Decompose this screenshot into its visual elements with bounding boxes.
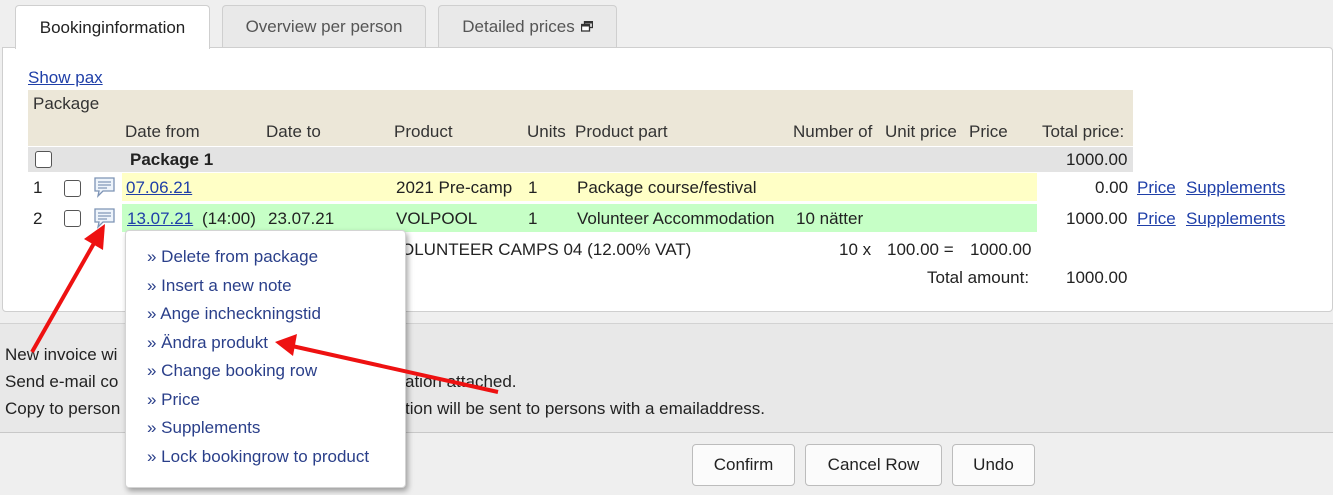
col-date-from: Date from — [125, 122, 200, 141]
option-send-email-rest: ation attached. — [405, 372, 517, 391]
option-send-email: Send e-mail co — [5, 372, 119, 391]
row-time: (14:00) — [202, 209, 256, 228]
col-product-part: Product part — [575, 122, 668, 141]
tab-label: Overview per person — [245, 17, 403, 36]
row-total: 1000.00 — [1066, 209, 1128, 228]
menu-change-booking-row[interactable]: » Change booking row — [147, 361, 317, 381]
row-context-menu: » Delete from package » Insert a new not… — [125, 230, 406, 488]
col-product: Product — [394, 122, 453, 141]
external-window-icon — [580, 20, 593, 32]
total-amount-label: Total amount: — [927, 268, 1030, 287]
col-unit-price: Unit price — [885, 122, 957, 141]
col-date-to: Date to — [266, 122, 321, 141]
col-price: Price — [969, 122, 1008, 141]
row-date-to: 23.07.21 — [268, 209, 335, 228]
detail-line-unit: 100.00 = — [887, 240, 954, 259]
row-units: 1 — [528, 178, 538, 197]
note-menu-icon[interactable] — [93, 176, 117, 198]
tab-detailed-prices[interactable]: Detailed prices — [438, 5, 617, 48]
package-total: 1000.00 — [1066, 150, 1128, 169]
col-units: Units — [527, 122, 566, 141]
row-price-link[interactable]: Price — [1137, 209, 1176, 229]
package-header-band — [28, 90, 1133, 118]
row-product-part: Package course/festival — [577, 178, 757, 197]
option-new-invoice: New invoice wi — [5, 345, 118, 364]
detail-line-qty: 10 x — [839, 240, 872, 259]
show-pax-link[interactable]: Show pax — [28, 68, 103, 88]
package-name: Package 1 — [130, 150, 214, 169]
row-supplements-link[interactable]: Supplements — [1186, 209, 1285, 229]
menu-insert-new-note[interactable]: » Insert a new note — [147, 276, 292, 296]
row-date-from-link[interactable]: 13.07.21 — [127, 209, 193, 229]
tab-bookinginformation[interactable]: Bookinginformation — [15, 5, 210, 49]
option-copy-to-person: Copy to person — [5, 399, 121, 418]
col-number-of: Number of — [793, 122, 873, 141]
tab-label: Bookinginformation — [39, 17, 186, 37]
row-product: VOLPOOL — [396, 209, 478, 228]
note-menu-icon[interactable] — [93, 207, 117, 229]
menu-ange-incheckningstid[interactable]: » Ange incheckningstid — [147, 304, 321, 324]
menu-lock-bookingrow[interactable]: » Lock bookingrow to product — [147, 447, 369, 467]
row-units: 1 — [528, 209, 538, 228]
menu-price[interactable]: » Price — [147, 390, 200, 410]
detail-line-text: OLUNTEER CAMPS 04 (12.00% VAT) — [401, 240, 692, 259]
row-total: 0.00 — [1095, 178, 1129, 197]
row-date-from-link[interactable]: 07.06.21 — [126, 178, 192, 198]
row-number: 2 — [33, 209, 43, 228]
package-checkbox[interactable] — [35, 151, 52, 168]
row-checkbox[interactable] — [64, 180, 81, 197]
col-total-price: Total price: — [1042, 122, 1125, 141]
package-section-title: Package — [33, 94, 100, 113]
option-copy-to-person-rest: tion will be sent to persons with a emai… — [405, 399, 766, 418]
row-product-part: Volunteer Accommodation — [577, 209, 775, 228]
row-product: 2021 Pre-camp — [396, 178, 513, 197]
detail-line-amount: 1000.00 — [970, 240, 1032, 259]
row-checkbox[interactable] — [64, 210, 81, 227]
menu-andra-produkt[interactable]: » Ändra produkt — [147, 333, 268, 353]
row-supplements-link[interactable]: Supplements — [1186, 178, 1285, 198]
undo-button[interactable]: Undo — [952, 444, 1035, 486]
tab-overview-per-person[interactable]: Overview per person — [222, 5, 426, 48]
tab-label: Detailed prices — [462, 17, 575, 36]
menu-supplements[interactable]: » Supplements — [147, 418, 260, 438]
cancel-row-button[interactable]: Cancel Row — [805, 444, 942, 486]
menu-delete-from-package[interactable]: » Delete from package — [147, 247, 318, 267]
total-amount-value: 1000.00 — [1066, 268, 1128, 287]
confirm-button[interactable]: Confirm — [692, 444, 795, 486]
row-number-of: 10 nätter — [796, 209, 864, 228]
row-number: 1 — [33, 178, 43, 197]
row-price-link[interactable]: Price — [1137, 178, 1176, 198]
